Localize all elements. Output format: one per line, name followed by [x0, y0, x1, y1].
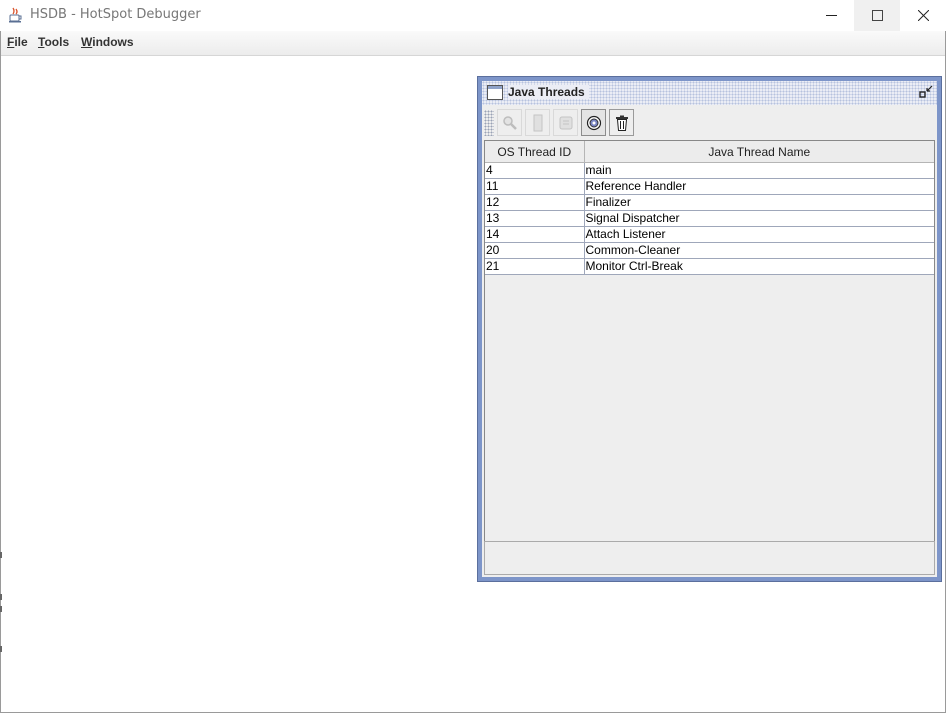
table-row[interactable]: 12 Finalizer	[485, 194, 934, 211]
edge-mark	[0, 606, 2, 612]
close-button[interactable]	[900, 0, 946, 31]
thread-id-cell: 20	[485, 242, 585, 259]
thread-id-cell: 13	[485, 210, 585, 227]
thread-id-cell: 21	[485, 258, 585, 275]
frame-window-icon	[487, 85, 503, 100]
column-header-java-thread-name[interactable]: Java Thread Name	[584, 141, 934, 163]
delete-button[interactable]	[609, 109, 634, 136]
thread-name-cell: Attach Listener	[584, 226, 934, 243]
edge-mark	[0, 594, 2, 600]
java-threads-frame[interactable]: Java Threads OS Thread ID Java Thread Na…	[477, 76, 942, 582]
java-threads-title-bar[interactable]: Java Threads	[482, 81, 937, 105]
table-row[interactable]: 13 Signal Dispatcher	[485, 210, 934, 227]
table-row[interactable]: 4 main	[485, 162, 934, 179]
table-row[interactable]: 20 Common-Cleaner	[485, 242, 934, 259]
minimize-icon	[825, 15, 837, 16]
column-header-os-thread-id[interactable]: OS Thread ID	[485, 141, 585, 163]
threads-table-scroll[interactable]: OS Thread ID Java Thread Name 4 main 11 Re…	[484, 140, 935, 542]
window-title: HSDB - HotSpot Debugger	[30, 7, 201, 22]
edge-mark	[0, 646, 2, 652]
restore-frame-icon[interactable]	[919, 85, 933, 99]
maximize-button[interactable]	[854, 0, 900, 31]
table-row[interactable]: 14 Attach Listener	[485, 226, 934, 243]
title-bar[interactable]: HSDB - HotSpot Debugger	[0, 0, 946, 31]
minimize-button[interactable]	[808, 0, 854, 31]
threads-table: OS Thread ID Java Thread Name 4 main 11 Re…	[485, 141, 934, 275]
table-header-row: OS Thread ID Java Thread Name	[485, 141, 934, 163]
menu-windows-mnemonic: W	[81, 35, 93, 49]
threads-toolbar	[482, 106, 937, 140]
close-icon	[917, 10, 929, 21]
table-row[interactable]: 21 Monitor Ctrl-Break	[485, 258, 934, 275]
thread-name-cell: Reference Handler	[584, 178, 934, 195]
find-crashes-icon	[586, 115, 601, 130]
find-crashes-button[interactable]	[581, 109, 606, 136]
maximize-icon	[871, 10, 883, 21]
thread-info-icon	[559, 116, 572, 129]
thread-status-panel	[484, 541, 935, 575]
menu-windows-label: indows	[92, 35, 134, 49]
inspect-icon	[502, 115, 517, 130]
stack-memory-icon	[533, 114, 542, 131]
thread-id-cell: 14	[485, 226, 585, 243]
table-row[interactable]: 11 Reference Handler	[485, 178, 934, 195]
java-threads-title: Java Threads	[508, 85, 589, 99]
thread-id-cell: 12	[485, 194, 585, 211]
inspect-thread-button[interactable]	[497, 109, 522, 136]
thread-name-cell: Common-Cleaner	[584, 242, 934, 259]
thread-id-cell: 11	[485, 178, 585, 195]
thread-name-cell: Signal Dispatcher	[584, 210, 934, 227]
thread-name-cell: Finalizer	[584, 194, 934, 211]
menu-file[interactable]: File	[7, 35, 28, 49]
menu-windows[interactable]: Windows	[81, 35, 134, 49]
trash-icon	[615, 115, 628, 131]
menu-tools[interactable]: Tools	[38, 35, 69, 49]
menu-bar: File Tools Windows	[1, 31, 945, 56]
java-threads-content: Java Threads OS Thread ID Java Thread Na…	[482, 81, 937, 577]
java-cup-icon	[9, 7, 23, 23]
menu-file-label: ile	[14, 35, 28, 49]
menu-tools-label: ools	[44, 35, 70, 49]
edge-mark	[0, 552, 2, 558]
thread-name-cell: Monitor Ctrl-Break	[584, 258, 934, 275]
toolbar-grip[interactable]	[484, 110, 494, 136]
stack-memory-button[interactable]	[525, 109, 550, 136]
thread-name-cell: main	[584, 162, 934, 179]
thread-id-cell: 4	[485, 162, 585, 179]
thread-info-button[interactable]	[553, 109, 578, 136]
